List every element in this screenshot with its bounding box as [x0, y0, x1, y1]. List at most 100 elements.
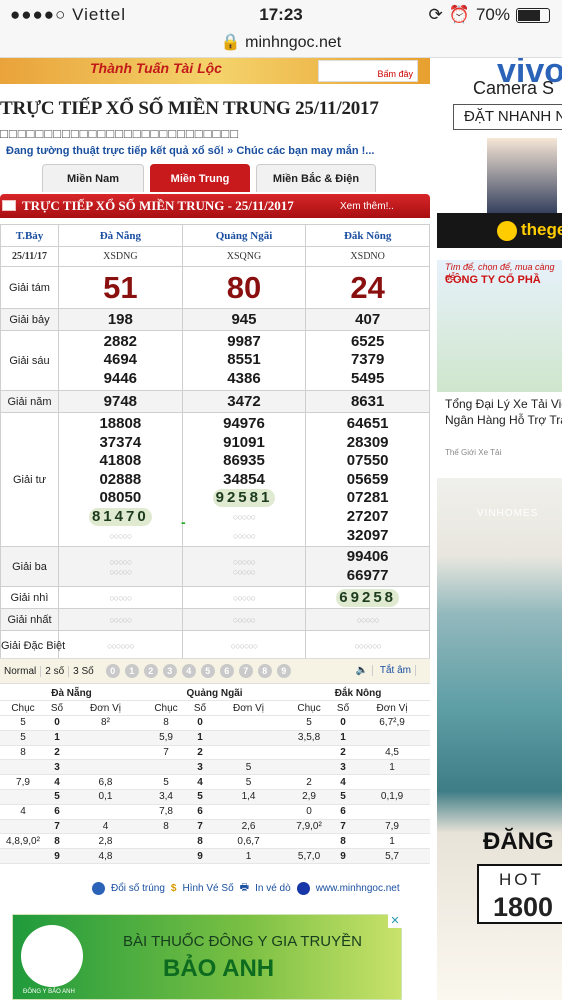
- province-link[interactable]: Đà Nẵng: [58, 224, 183, 247]
- units-cell: [354, 730, 430, 746]
- province-link[interactable]: Quảng Ngãi: [181, 224, 307, 247]
- banner-badge[interactable]: Bấm đây: [318, 60, 418, 82]
- tens-cell: 5: [0, 730, 46, 746]
- date-cell: 25/11/17: [0, 246, 59, 267]
- tab-mien-trung[interactable]: Miền Trung: [150, 164, 250, 192]
- units-cell: [354, 804, 430, 820]
- digit-filter-5[interactable]: 5: [201, 664, 216, 678]
- digit-filter-2[interactable]: 2: [144, 664, 159, 678]
- province-link[interactable]: Đắk Nông: [305, 224, 430, 247]
- loading-placeholder: ○○○○○○: [181, 630, 307, 661]
- day-cell: T.Bảy: [0, 224, 59, 247]
- prize-number: 9987: [227, 332, 261, 350]
- see-more-link[interactable]: Xem thêm!..: [340, 201, 394, 212]
- prize-number: 4386: [227, 369, 261, 387]
- digit-cell: 6: [46, 804, 68, 820]
- digit-filter-0[interactable]: 0: [106, 664, 121, 678]
- bottom-ad-banner[interactable]: ĐÔNG Y BẢO ANH BÀI THUỐC ĐÔNG Y GIA TRUY…: [12, 914, 402, 1000]
- truck-ad-text[interactable]: Tổng Đại Lý Xe Tải Việ Ngân Hàng Hỗ Trợ …: [445, 396, 562, 428]
- tgdd-logo-icon: [497, 221, 517, 241]
- units-cell: 4,5: [354, 745, 430, 761]
- two-digit-button[interactable]: 2 số: [41, 665, 70, 677]
- digit-filter-1[interactable]: 1: [125, 664, 140, 678]
- loading-placeholder: ○○○○○: [181, 586, 307, 609]
- tgdd-ad[interactable]: thege: [437, 213, 562, 248]
- digit-filter-3[interactable]: 3: [163, 664, 178, 678]
- digit-filter-7[interactable]: 7: [239, 664, 254, 678]
- digit-cell: 6: [189, 804, 212, 820]
- ad-close-icon[interactable]: ✕: [388, 914, 402, 928]
- status-right: ⟳ ⏰ 70%: [429, 5, 550, 25]
- digit-cell: 2: [189, 745, 212, 761]
- print-link[interactable]: In vé dò: [255, 883, 291, 894]
- column-header: Đơn Vị: [211, 700, 287, 717]
- tens-cell: 3,4: [143, 789, 190, 805]
- units-cell: 4,8: [68, 848, 144, 865]
- units-cell: [68, 804, 144, 820]
- tab-mien-bac[interactable]: Miền Bắc & Điện Toán: [256, 164, 376, 213]
- digit-cell: 4: [46, 774, 68, 791]
- table-row: Đà Nẵng Quảng Ngãi Đắk Nông: [0, 686, 430, 702]
- prize-number: 7379: [350, 351, 385, 369]
- prize-number: 8631: [305, 390, 430, 413]
- battery-icon: [516, 7, 550, 23]
- tens-cell: 8: [143, 819, 190, 835]
- vivo-order-button[interactable]: ĐẶT NHANH N: [453, 104, 562, 130]
- digit-cell: 6: [332, 804, 355, 820]
- tens-cell: 7,9,0²: [286, 819, 333, 835]
- table-row: Giải tám 51 80 24: [0, 266, 430, 309]
- digit-cell: 3: [332, 759, 355, 776]
- tens-cell: [0, 848, 46, 865]
- three-digit-button[interactable]: 3 Số: [69, 666, 98, 677]
- prize-number: 94976: [223, 415, 265, 432]
- prize-number: 28309: [346, 433, 389, 451]
- truck-ad[interactable]: Tìm để, chọn để, mua càng dễ ... CÔNG TY…: [437, 260, 562, 392]
- column-header: Chục: [0, 700, 46, 717]
- column-header: Chục: [143, 700, 190, 717]
- banner-badge-label: Bấm đây: [377, 69, 413, 79]
- prize-number: 51: [58, 266, 183, 309]
- prize-label: Giải Đặc Biệt: [0, 630, 65, 661]
- prize-label: Giải tư: [0, 412, 59, 547]
- normal-mode-button[interactable]: Normal: [0, 665, 42, 677]
- column-header: Số: [46, 700, 68, 717]
- mute-button[interactable]: 🔈 Tắt âm: [348, 665, 420, 676]
- head-tail-table: Đà Nẵng Quảng Ngãi Đắk Nông Chục Số Đơn Vị Chụ…: [0, 686, 430, 865]
- units-cell: [354, 774, 430, 791]
- loading-placeholder: ○○○○○: [109, 566, 132, 577]
- digit-filter-4[interactable]: 4: [182, 664, 197, 678]
- province-code: XSDNO: [305, 246, 430, 267]
- cursor-dash: -: [180, 514, 186, 530]
- units-cell: [68, 730, 144, 746]
- digit-filter-8[interactable]: 8: [258, 664, 273, 678]
- tens-cell: 7: [143, 745, 190, 761]
- site-link[interactable]: www.minhngoc.net: [316, 883, 400, 894]
- vivo-ad[interactable]: vivo Camera S ĐẶT NHANH N: [437, 58, 562, 213]
- prize-number: 6525: [350, 332, 385, 350]
- units-cell: 2,6: [211, 819, 287, 835]
- digit-filter-6[interactable]: 6: [220, 664, 235, 678]
- prize-number: 5495: [350, 369, 385, 387]
- units-cell: 0,6,7: [211, 833, 287, 850]
- doi-so-trung-link[interactable]: Đổi số trúng: [111, 883, 165, 894]
- table-row: 9 4,8 9 1 5,7,0 9 5,7: [0, 848, 430, 865]
- digit-filter-9[interactable]: 9: [277, 664, 292, 678]
- units-cell: [211, 745, 287, 761]
- main-page: Thành Tuấn Tài Lộc Bấm đây TRỰC TIẾP XỔ …: [0, 58, 430, 1000]
- tab-mien-nam[interactable]: Miền Nam: [42, 164, 144, 192]
- alarm-icon: ⏰: [448, 5, 470, 24]
- prize-number: 945: [181, 308, 307, 331]
- tens-cell: 7,9: [0, 774, 46, 791]
- units-cell: 1: [354, 833, 430, 850]
- top-banner-ad[interactable]: Thành Tuấn Tài Lộc Bấm đây: [0, 58, 430, 84]
- loading-placeholder: ○○○○○: [58, 586, 183, 609]
- table-row: Giải sáu 2882 4694 9446 9987 8551 4386 6525 7…: [0, 330, 430, 391]
- digit-cell: 1: [332, 730, 355, 746]
- digit-cell: 0: [189, 715, 212, 731]
- loading-placeholder: ○○○○○: [181, 608, 307, 631]
- mail-icon[interactable]: [2, 200, 16, 211]
- url-bar[interactable]: 🔒 minhngoc.net: [0, 32, 562, 52]
- tens-cell: 8: [0, 745, 46, 761]
- vinhomes-ad[interactable]: VINHOMES ĐĂNG K HOT 1800: [437, 478, 562, 1000]
- ticket-image-link[interactable]: Hình Vé Số: [182, 883, 233, 894]
